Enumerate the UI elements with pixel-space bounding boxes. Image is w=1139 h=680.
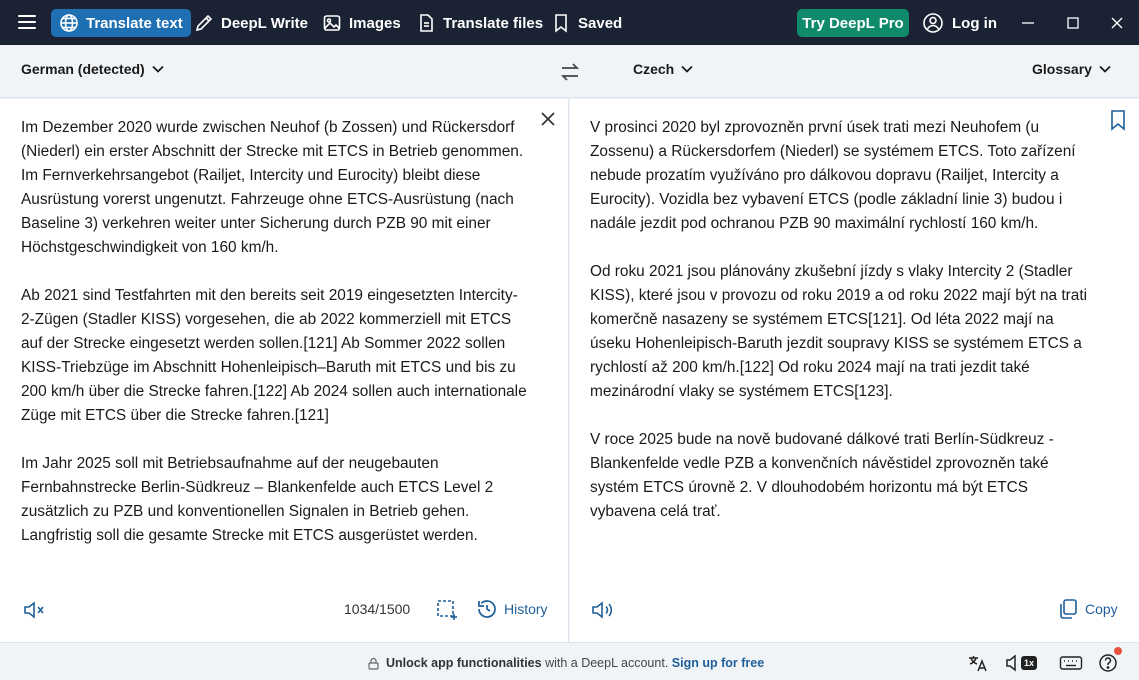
top-bar: Translate text DeepL Write Images Transl… [0, 0, 1139, 45]
source-paragraph: Ab 2021 sind Testfahrten mit den bereits… [21, 287, 527, 424]
unlock-bold-text: Unlock app functionalities [386, 656, 542, 670]
image-icon [323, 15, 341, 31]
target-paragraph: V prosinci 2020 byl zprovozněn první úse… [590, 119, 1076, 232]
unlock-message: Unlock app functionalities with a DeepL … [367, 656, 764, 670]
login-button[interactable]: Log in [922, 9, 997, 37]
glossary-label: Glossary [1032, 61, 1092, 77]
maximize-icon [1067, 17, 1079, 29]
tab-deepl-write[interactable]: DeepL Write [186, 9, 316, 37]
signup-link[interactable]: Sign up for free [672, 656, 764, 670]
target-language-select[interactable]: Czech [633, 61, 694, 77]
target-paragraph: V roce 2025 bude na nově budované dálkov… [590, 431, 1054, 520]
close-icon [1111, 17, 1123, 29]
tab-images[interactable]: Images [314, 9, 409, 37]
clear-text-icon[interactable] [538, 109, 558, 129]
source-paragraph: Im Jahr 2025 soll mit Betriebsaufnahme a… [21, 455, 494, 544]
translation-output: V prosinci 2020 byl zprovozněn první úse… [590, 116, 1090, 548]
tab-translate-text-label: Translate text [86, 14, 183, 32]
source-language-label: German (detected) [21, 61, 145, 77]
tab-translate-files[interactable]: Translate files [408, 9, 551, 37]
bookmark-icon [555, 14, 567, 33]
history-label: History [504, 601, 548, 617]
file-icon [420, 14, 433, 32]
speaker-icon [1006, 654, 1016, 672]
copy-button[interactable]: Copy [1057, 598, 1118, 620]
chevron-down-icon [681, 65, 693, 73]
globe-icon [60, 14, 78, 32]
target-paragraph: Od roku 2021 jsou plánovány zkušební jíz… [590, 263, 1088, 400]
select-area-icon[interactable] [436, 599, 458, 621]
copy-label: Copy [1085, 601, 1118, 617]
tab-images-label: Images [349, 14, 401, 32]
tab-saved-label: Saved [578, 14, 623, 32]
speaker-icon[interactable] [590, 599, 616, 621]
notification-dot [1114, 647, 1122, 655]
pen-icon [195, 14, 213, 32]
chevron-down-icon [152, 65, 164, 73]
help-icon[interactable] [1098, 653, 1118, 673]
try-pro-button[interactable]: Try DeepL Pro [797, 9, 909, 37]
tab-translate-files-label: Translate files [443, 14, 544, 32]
keyboard-icon[interactable] [1059, 653, 1083, 673]
tab-saved[interactable]: Saved [543, 9, 630, 37]
target-language-label: Czech [633, 61, 675, 77]
tab-translate-text[interactable]: Translate text [51, 9, 191, 37]
source-text-input[interactable]: Im Dezember 2020 wurde zwischen Neuhof (… [21, 116, 531, 572]
menu-icon[interactable] [16, 12, 38, 32]
target-panel: V prosinci 2020 byl zprovozněn první úse… [570, 99, 1139, 642]
chevron-down-icon [1099, 65, 1111, 73]
login-label: Log in [952, 14, 997, 32]
source-panel: Im Dezember 2020 wurde zwischen Neuhof (… [0, 99, 569, 642]
source-paragraph: Im Dezember 2020 wurde zwischen Neuhof (… [21, 119, 524, 256]
history-icon [478, 600, 496, 618]
tab-deepl-write-label: DeepL Write [221, 14, 308, 32]
character-count: 1034/1500 [344, 601, 411, 617]
unlock-text: with a DeepL account. [545, 656, 669, 670]
language-bar: German (detected) Czech Glossary [0, 45, 1139, 98]
maximize-button[interactable] [1059, 9, 1087, 37]
user-icon [923, 13, 943, 33]
speaker-muted-icon[interactable] [22, 599, 46, 621]
swap-languages-icon[interactable] [558, 60, 582, 84]
save-translation-icon[interactable] [1108, 109, 1128, 131]
close-window-button[interactable] [1103, 9, 1131, 37]
glossary-dropdown[interactable]: Glossary [1032, 61, 1112, 77]
speed-badge: 1x [1021, 656, 1038, 670]
speech-speed-button[interactable]: 1x [1006, 653, 1038, 673]
history-button[interactable]: History [476, 598, 548, 620]
minimize-button[interactable] [1014, 9, 1042, 37]
copy-icon [1060, 599, 1077, 619]
lock-icon [368, 657, 379, 670]
bottom-bar: Unlock app functionalities with a DeepL … [0, 642, 1139, 680]
translate-glyph-icon[interactable] [967, 653, 989, 673]
source-language-select[interactable]: German (detected) [21, 61, 165, 77]
minimize-icon [1022, 22, 1034, 24]
